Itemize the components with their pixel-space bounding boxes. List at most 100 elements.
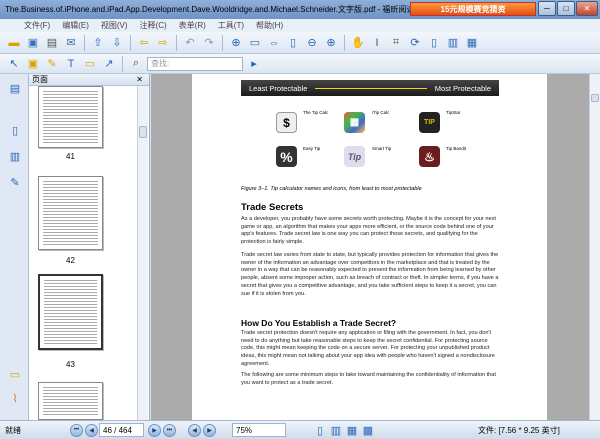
maximize-button[interactable]: □ [557,1,575,16]
main-toolbar: ▬ ▣ ▤ ✉ ⇧ ⇩ ⇦ ⇨ ↶ ↷ ⊕ ▭ ⇔ ▯ ⊖ ⊕ ✋ I ⌗ ⟳ … [0,32,600,54]
app-icon: TIP [419,112,440,133]
back-icon[interactable]: ⇦ [136,35,152,51]
print-icon[interactable]: ▤ [44,35,60,51]
page-number-field[interactable]: 46 / 464 [99,423,144,437]
menu-help[interactable]: 帮助(H) [256,20,283,31]
figure-caption: Figure 3–1. Tip calculator names and ico… [241,186,422,192]
continuous-icon[interactable]: ▥ [445,35,461,51]
menu-edit[interactable]: 编辑(E) [62,20,89,31]
band-right-label: Most Protectable [434,83,491,93]
close-button[interactable]: ✕ [576,1,598,16]
menu-tools[interactable]: 工具(T) [218,20,244,31]
menu-form[interactable]: 表单(R) [179,20,206,31]
app-name: iTip Calc [372,110,390,115]
app-icon: Tip [344,146,365,167]
separator [130,34,131,51]
attachments-icon[interactable]: ▭ [7,366,23,382]
paperclip-icon[interactable]: ⌇ [7,390,23,406]
next-page-icon[interactable]: ⇩ [109,35,125,51]
thumbnails-scrollbar[interactable] [137,86,148,420]
status-bar: 就绪 ⏮ ◀ 46 / 464 ▶ ⏭ ◀ ▶ 75% ▯ ▥ ▦ ▩ 文件: … [0,420,600,439]
actual-size-icon[interactable]: ▯ [285,35,301,51]
find-next-icon[interactable]: ▸ [246,56,262,72]
note-icon[interactable]: ▣ [25,56,41,72]
page-thumbnail-label: 42 [66,256,75,265]
select-text-icon[interactable]: I [369,35,385,51]
app-icon: $ [276,112,297,133]
document-scrollbar[interactable] [589,74,600,420]
first-page-icon[interactable]: ⏮ [70,423,83,437]
scroll-thumb[interactable] [139,126,147,138]
fit-page-icon[interactable]: ▭ [247,35,263,51]
pages-panel-icon[interactable]: ▯ [7,122,23,138]
layers-icon[interactable]: ▥ [7,148,23,164]
zoom-in-icon[interactable]: ⊕ [323,35,339,51]
comments-icon[interactable]: ✎ [7,174,23,190]
minimize-button[interactable]: ─ [538,1,556,16]
thumbnails-header: 页面 ✕ [29,74,149,86]
app-icon: ▦ [344,112,365,133]
paragraph: Trade secret protection doesn't require … [241,330,495,367]
prev-page-icon[interactable]: ◀ [85,423,98,437]
history-forward-icon[interactable]: ▶ [203,423,216,437]
page-thumbnail-label: 41 [66,152,75,161]
page-thumbnail[interactable] [38,176,103,250]
continuous-view-icon[interactable]: ▥ [328,422,344,438]
document-view[interactable]: Least Protectable Most Protectable $ The… [151,74,589,420]
facing-view-icon[interactable]: ▦ [344,422,360,438]
separator [222,34,223,51]
panel-title: 页面 [32,75,48,84]
menu-file[interactable]: 文件(F) [24,20,50,31]
separator [122,55,123,72]
zoom-select[interactable]: 75% [232,423,286,437]
protectability-band: Least Protectable Most Protectable [241,80,499,96]
arrow-icon[interactable]: ↗ [101,56,117,72]
single-page-icon[interactable]: ▯ [426,35,442,51]
redo-icon[interactable]: ↷ [201,35,217,51]
previous-page-icon[interactable]: ⇧ [90,35,106,51]
email-icon[interactable]: ✉ [63,35,79,51]
cursor-icon[interactable]: ↖ [6,56,22,72]
highlight-icon[interactable]: ✎ [44,56,60,72]
open-folder-icon[interactable]: ▬ [6,35,22,51]
app-name: TipStar [446,110,461,115]
snapshot-icon[interactable]: ⌗ [388,35,404,51]
save-icon[interactable]: ▣ [25,35,41,51]
rotate-icon[interactable]: ⟳ [407,35,423,51]
history-back-icon[interactable]: ◀ [188,423,201,437]
page-thumbnail-current[interactable] [38,274,103,350]
callout-icon[interactable]: ▭ [82,56,98,72]
facing-icon[interactable]: ▦ [464,35,480,51]
page-thumbnail[interactable] [38,86,103,148]
next-page-icon[interactable]: ▶ [148,423,161,437]
page-thumbnail[interactable] [38,382,103,420]
menu-view[interactable]: 视图(V) [101,20,128,31]
panel-close-icon[interactable]: ✕ [136,75,143,84]
continuous-facing-icon[interactable]: ▩ [360,422,376,438]
zoom-out-icon[interactable]: ⊖ [304,35,320,51]
figure: Least Protectable Most Protectable $ The… [241,80,499,184]
bookmarks-icon[interactable]: ▤ [7,80,23,96]
undo-icon[interactable]: ↶ [182,35,198,51]
app-name: The Tip Calc [303,110,329,115]
forward-icon[interactable]: ⇨ [155,35,171,51]
textbox-icon[interactable]: T [63,56,79,72]
fit-width-icon[interactable]: ⇔ [266,35,282,51]
single-page-view-icon[interactable]: ▯ [312,422,328,438]
last-page-icon[interactable]: ⏭ [163,423,176,437]
section-heading: Trade Secrets [241,202,304,213]
ad-banner[interactable]: 15元规模赛竞猜资 [410,2,536,16]
annotation-toolbar: ↖ ▣ ✎ T ▭ ↗ ⌕ 查找: ▸ [0,54,600,74]
hand-tool-icon[interactable]: ✋ [350,35,366,51]
menu-comment[interactable]: 注释(C) [140,20,167,31]
scroll-thumb[interactable] [591,94,599,102]
navigation-strip: ▤ ▯ ▥ ✎ ▭ ⌇ [0,74,29,420]
search-input[interactable]: 查找: [147,56,243,71]
app-icon: ♨ [419,146,440,167]
subsection-heading: How Do You Establish a Trade Secret? [241,318,397,328]
paragraph: As a developer, you probably have some s… [241,216,496,246]
band-arrow [315,87,427,89]
separator [84,34,85,51]
zoom-tool-icon[interactable]: ⊕ [228,35,244,51]
app-name: Easy Tip [303,146,321,151]
